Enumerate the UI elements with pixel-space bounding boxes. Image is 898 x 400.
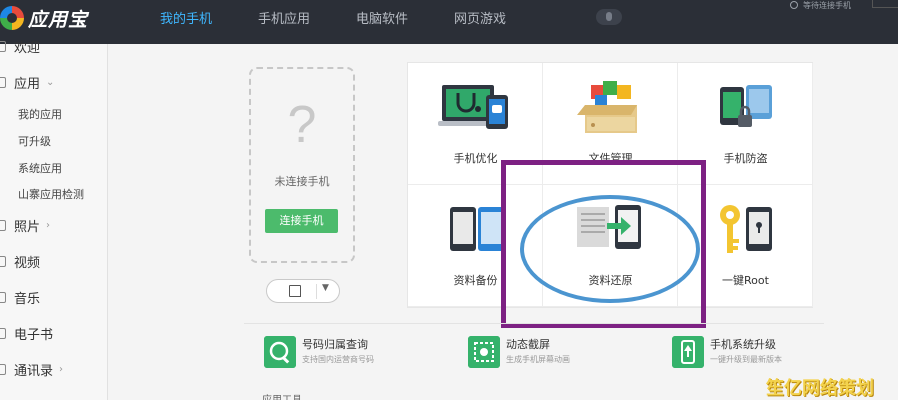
- ebook-icon: [0, 327, 6, 339]
- tab-my-phone[interactable]: 我的手机: [160, 8, 212, 27]
- feature-desc: 一键升级到最新版本: [710, 355, 782, 364]
- one-key-root-icon: [720, 205, 772, 253]
- chevron-right-icon: ›: [46, 219, 51, 231]
- app-title: 应用宝: [28, 8, 89, 31]
- music-icon: [0, 291, 6, 303]
- screenshot-icon: [289, 285, 301, 297]
- sidebar-item-label: 应用: [14, 76, 41, 92]
- videos-icon: [0, 255, 6, 267]
- chevron-down-icon: ⌄: [46, 76, 55, 88]
- app-logo[interactable]: 应用宝: [0, 4, 110, 32]
- sidebar-sub-system-apps[interactable]: 系统应用: [18, 160, 62, 176]
- photos-icon: [0, 219, 6, 231]
- feature-title: 手机系统升级: [710, 338, 776, 351]
- screenshot-button[interactable]: ▼: [266, 279, 340, 303]
- sidebar-item-ebooks[interactable]: 电子书: [0, 321, 53, 345]
- question-mark-icon: ?: [287, 96, 317, 154]
- phone-optimize-icon: [438, 85, 508, 129]
- sidebar-sub-fake-app-check[interactable]: 山寨应用检测: [18, 186, 84, 202]
- button-divider: [316, 284, 317, 299]
- welcome-icon: [0, 40, 6, 52]
- sidebar-item-apps[interactable]: 应用 ⌄: [0, 70, 54, 94]
- tab-pc-software[interactable]: 电脑软件: [356, 8, 408, 27]
- file-manage-icon: [577, 81, 637, 133]
- system-upgrade-icon: [672, 336, 704, 368]
- dynamic-screenshot-icon: [468, 336, 500, 368]
- sidebar-item-contacts[interactable]: 通讯录 ›: [0, 357, 63, 381]
- feature-desc: 支持国内运营商号码: [302, 355, 374, 364]
- status-icon: [790, 1, 798, 9]
- sidebar-item-welcome[interactable]: 欢迎: [0, 34, 40, 58]
- microphone-icon[interactable]: [596, 9, 622, 25]
- anti-theft-icon: [720, 85, 772, 127]
- quick-features: 号码归属查询 支持国内运营商号码 动态截屏 生成手机屏幕动画 手机系统升级 一键…: [244, 323, 824, 400]
- window-control[interactable]: [872, 0, 898, 8]
- sidebar-item-photos[interactable]: 照片 ›: [0, 213, 50, 237]
- caret-down-icon[interactable]: ▼: [322, 283, 329, 293]
- feature-title: 动态截屏: [506, 338, 550, 351]
- feature-title: 号码归属查询: [302, 338, 368, 351]
- apps-icon: [0, 76, 6, 88]
- sidebar-item-label: 电子书: [14, 327, 54, 343]
- chevron-right-icon: ›: [59, 363, 64, 375]
- app-window: 应用宝 我的手机 手机应用 电脑软件 网页游戏 等待连接手机 欢迎 应用 ⌄ 我…: [0, 0, 898, 400]
- top-bar: 应用宝 我的手机 手机应用 电脑软件 网页游戏 等待连接手机: [0, 0, 898, 44]
- sidebar-item-label: 视频: [14, 255, 41, 271]
- phone-lookup-icon: [264, 336, 296, 368]
- sidebar-sub-upgradable[interactable]: 可升级: [18, 133, 51, 149]
- sidebar: 欢迎 应用 ⌄ 我的应用 可升级 系统应用 山寨应用检测 照片 › 视频 音乐 …: [0, 40, 108, 400]
- connection-status: 等待连接手机: [790, 0, 851, 10]
- phone-placeholder-card: ? 未连接手机 连接手机: [249, 67, 355, 263]
- contacts-icon: [0, 363, 6, 375]
- status-text: 等待连接手机: [803, 0, 851, 10]
- watermark: 笙亿网络策划: [766, 378, 874, 399]
- tab-phone-apps[interactable]: 手机应用: [258, 8, 310, 27]
- feature-desc: 生成手机屏幕动画: [506, 355, 570, 364]
- sidebar-item-label: 音乐: [14, 291, 41, 307]
- sidebar-item-label: 通讯录: [14, 363, 54, 379]
- tab-web-games[interactable]: 网页游戏: [454, 8, 506, 27]
- sidebar-item-music[interactable]: 音乐: [0, 285, 40, 309]
- highlight-ellipse: [520, 195, 700, 303]
- sidebar-item-label: 照片: [14, 219, 41, 235]
- phone-status-text: 未连接手机: [274, 175, 330, 188]
- section-title-app-tools: 应用工具: [262, 391, 302, 400]
- sidebar-item-videos[interactable]: 视频: [0, 249, 40, 273]
- connect-phone-button[interactable]: 连接手机: [265, 209, 338, 233]
- sidebar-sub-my-apps[interactable]: 我的应用: [18, 106, 62, 122]
- logo-icon: [0, 6, 24, 30]
- sidebar-item-label: 欢迎: [14, 40, 41, 56]
